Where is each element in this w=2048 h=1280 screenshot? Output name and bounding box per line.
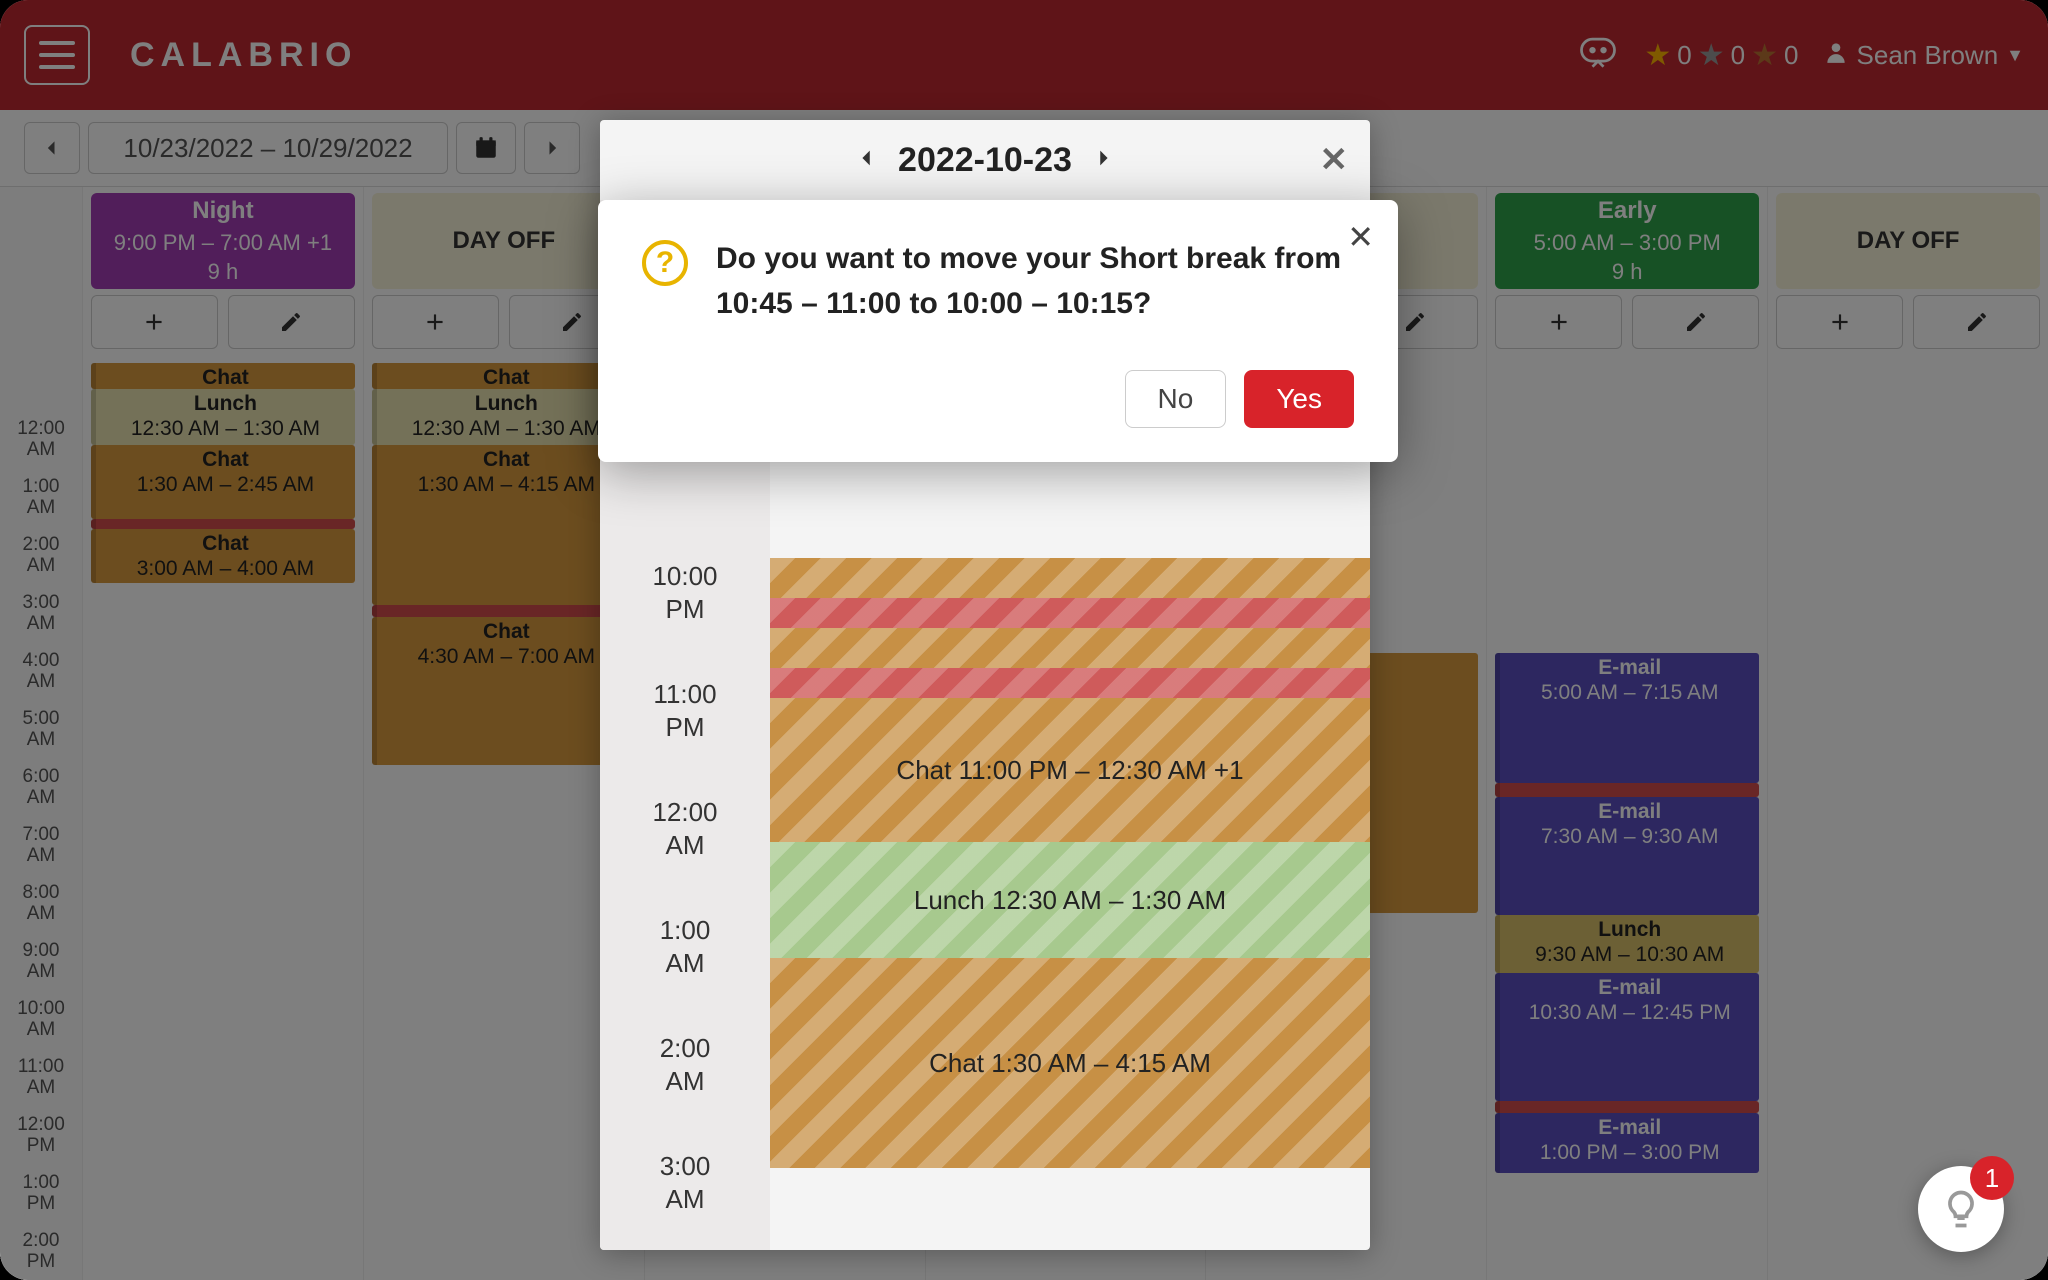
confirm-modal: ✕ ? Do you want to move your Short break…	[598, 200, 1398, 462]
panel-header: 2022-10-23 ✕	[600, 120, 1370, 200]
hint-badge-count: 1	[1970, 1156, 2014, 1200]
panel-date: 2022-10-23	[898, 141, 1072, 180]
panel-time-label: 10:00PM	[600, 560, 770, 678]
panel-time-label: 3:00AM	[600, 1150, 770, 1250]
modal-close-button[interactable]: ✕	[1347, 218, 1374, 256]
panel-event[interactable]: Lunch 12:30 AM – 1:30 AM	[770, 842, 1370, 958]
panel-event[interactable]	[770, 598, 1370, 628]
app-root: CALABRIO ★ 0 ★ 0 ★ 0	[0, 0, 2048, 1280]
panel-time-label: 12:00AM	[600, 796, 770, 914]
modal-no-button[interactable]: No	[1125, 370, 1227, 428]
modal-yes-button[interactable]: Yes	[1244, 370, 1354, 428]
panel-event[interactable]	[770, 668, 1370, 698]
panel-prev-day-button[interactable]	[856, 143, 878, 177]
panel-time-label: 11:00PM	[600, 678, 770, 796]
panel-event[interactable]	[770, 628, 1370, 668]
panel-event[interactable]: Chat 1:30 AM – 4:15 AM	[770, 958, 1370, 1168]
question-icon: ?	[642, 240, 688, 286]
panel-close-button[interactable]: ✕	[1320, 140, 1349, 180]
panel-time-label: 1:00AM	[600, 914, 770, 1032]
hint-bulb-button[interactable]: 1	[1918, 1166, 2004, 1252]
panel-event[interactable]	[770, 558, 1370, 598]
panel-time-label: 2:00AM	[600, 1032, 770, 1150]
panel-next-day-button[interactable]	[1092, 143, 1114, 177]
panel-event[interactable]: Chat 11:00 PM – 12:30 AM +1	[770, 698, 1370, 842]
modal-message: Do you want to move your Short break fro…	[716, 236, 1354, 326]
